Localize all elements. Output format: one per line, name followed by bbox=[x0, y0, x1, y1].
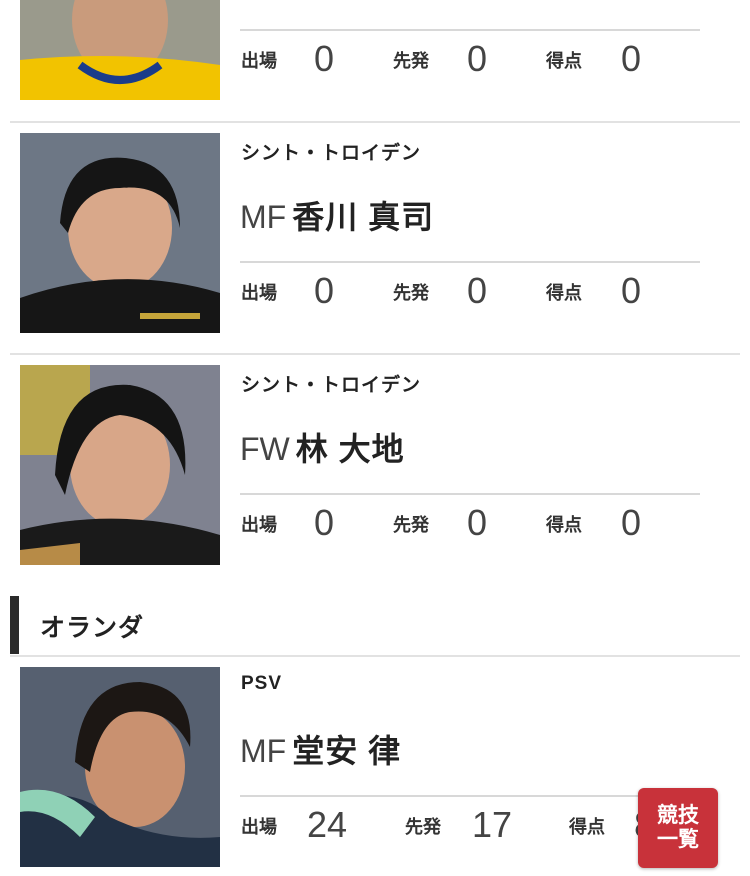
stats-divider bbox=[240, 261, 700, 263]
stats-divider bbox=[240, 795, 700, 797]
section-bar bbox=[10, 596, 19, 654]
player-position: MF bbox=[240, 199, 287, 235]
player-name: FW 林 大地 bbox=[240, 424, 405, 470]
starts-label: 先発 bbox=[393, 51, 429, 71]
stats-divider bbox=[240, 29, 700, 31]
appearances-label: 出場 bbox=[241, 51, 277, 71]
player-name-text: 堂安 律 bbox=[292, 733, 402, 769]
player-photo-icon bbox=[20, 365, 220, 565]
competition-list-button[interactable]: 競技 一覧 bbox=[638, 788, 718, 868]
appearances-label: 出場 bbox=[241, 283, 277, 303]
card-separator bbox=[10, 121, 740, 123]
section-header: オランダ bbox=[10, 596, 740, 654]
appearances-label: 出場 bbox=[241, 515, 277, 535]
goals-value: 0 bbox=[621, 270, 642, 311]
player-photo-icon bbox=[20, 0, 220, 100]
team-name: シント・トロイデン bbox=[241, 143, 422, 164]
player-photo bbox=[20, 133, 220, 333]
goals-value: 0 bbox=[621, 38, 642, 79]
appearances-value: 24 bbox=[307, 804, 348, 845]
competition-list-label-line2: 一覧 bbox=[657, 828, 699, 851]
player-photo-icon bbox=[20, 667, 220, 867]
starts-label: 先発 bbox=[393, 283, 429, 303]
competition-list-label-line1: 競技 bbox=[657, 804, 699, 827]
goals-label: 得点 bbox=[569, 817, 605, 837]
player-photo bbox=[20, 667, 220, 867]
starts-label: 先発 bbox=[393, 515, 429, 535]
starts-value: 0 bbox=[467, 270, 488, 311]
team-name: シント・トロイデン bbox=[241, 375, 422, 396]
player-photo bbox=[20, 0, 220, 100]
appearances-value: 0 bbox=[314, 270, 335, 311]
appearances-value: 0 bbox=[314, 38, 335, 79]
goals-value: 0 bbox=[621, 502, 642, 543]
starts-value: 17 bbox=[472, 804, 513, 845]
player-name-text: 林 大地 bbox=[295, 431, 405, 467]
player-position: MF bbox=[240, 733, 287, 769]
stats-divider bbox=[240, 493, 700, 495]
team-name: PSV bbox=[241, 673, 283, 694]
goals-label: 得点 bbox=[546, 515, 582, 535]
player-photo bbox=[20, 365, 220, 565]
starts-value: 0 bbox=[467, 502, 488, 543]
card-separator bbox=[10, 655, 740, 657]
player-name-text: 香川 真司 bbox=[292, 199, 435, 235]
appearances-value: 0 bbox=[314, 502, 335, 543]
player-photo-icon bbox=[20, 133, 220, 333]
goals-label: 得点 bbox=[546, 51, 582, 71]
player-name: MF 香川 真司 bbox=[240, 192, 434, 238]
starts-value: 0 bbox=[467, 38, 488, 79]
card-separator bbox=[10, 353, 740, 355]
appearances-label: 出場 bbox=[241, 817, 277, 837]
player-position: FW bbox=[240, 431, 290, 467]
goals-label: 得点 bbox=[546, 283, 582, 303]
starts-label: 先発 bbox=[405, 817, 441, 837]
player-name: MF 堂安 律 bbox=[240, 726, 401, 772]
section-title: オランダ bbox=[40, 614, 145, 642]
